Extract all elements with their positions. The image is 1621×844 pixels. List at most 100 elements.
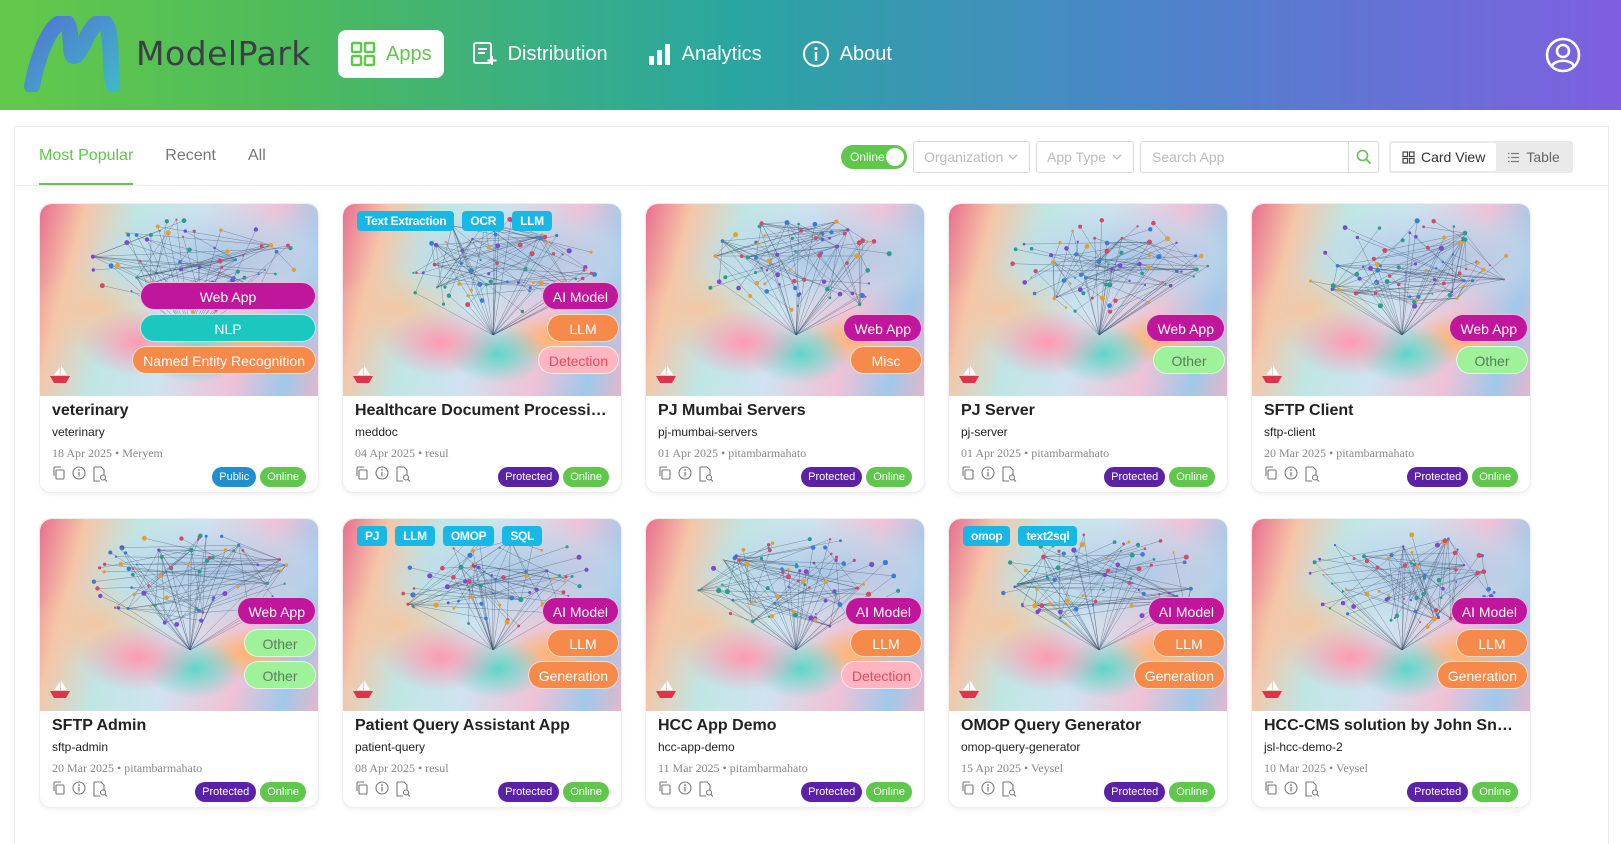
category-pill[interactable]: Detection (537, 346, 619, 374)
top-tag[interactable]: omop (963, 526, 1011, 546)
app-title[interactable]: PJ Mumbai Servers (658, 402, 916, 420)
document-search-icon[interactable] (92, 781, 108, 797)
card-view-button[interactable]: Card View (1391, 143, 1497, 171)
category-pill[interactable]: Generation (1436, 661, 1528, 689)
category-pill[interactable]: AI Model (844, 597, 922, 625)
category-pill[interactable]: NLP (140, 314, 316, 342)
category-pill[interactable]: LLM (850, 629, 922, 657)
category-pill[interactable]: Misc (850, 346, 922, 374)
category-pill[interactable]: Other (1456, 346, 1528, 374)
top-tag[interactable]: OMOP (442, 526, 495, 546)
category-pill[interactable]: AI Model (1147, 597, 1225, 625)
category-pill[interactable]: Generation (527, 661, 619, 689)
copy-icon[interactable] (52, 781, 66, 797)
copy-icon[interactable] (1264, 466, 1278, 482)
top-tag[interactable]: Text Extraction (357, 211, 455, 231)
document-search-icon[interactable] (698, 466, 714, 482)
category-pill[interactable]: Generation (1133, 661, 1225, 689)
online-toggle[interactable]: Online (841, 145, 907, 169)
top-tag[interactable]: LLM (512, 211, 552, 231)
copy-icon[interactable] (1264, 781, 1278, 797)
info-icon[interactable] (1284, 781, 1298, 797)
app-title[interactable]: OMOP Query Generator (961, 717, 1219, 735)
document-search-icon[interactable] (92, 466, 108, 482)
top-tag[interactable]: SQL (502, 526, 543, 546)
nav-apps[interactable]: Apps (338, 30, 444, 78)
category-pill[interactable]: LLM (1456, 629, 1528, 657)
search-button[interactable] (1348, 141, 1379, 173)
app-title[interactable]: HCC App Demo (658, 717, 916, 735)
app-card[interactable]: omop text2sql AI Model LLM Generation OMOP Qu… (948, 518, 1228, 808)
category-pill[interactable]: Other (1153, 346, 1225, 374)
category-pill[interactable]: AI Model (541, 282, 619, 310)
category-pill[interactable]: Web App (843, 314, 922, 342)
info-icon[interactable] (981, 466, 995, 482)
top-tag[interactable]: OCR (462, 211, 505, 231)
tab-most-popular[interactable]: Most Popular (39, 127, 134, 185)
search-input[interactable] (1140, 141, 1348, 173)
category-pill[interactable]: LLM (547, 314, 619, 342)
document-search-icon[interactable] (1304, 466, 1320, 482)
category-pill[interactable]: Web App (140, 282, 316, 310)
app-type-select[interactable]: App Type (1036, 141, 1134, 173)
tab-all[interactable]: All (248, 127, 266, 185)
app-title[interactable]: SFTP Client (1264, 402, 1522, 420)
app-card[interactable]: Web App Other SFTP Client sftp-client 20 Mar… (1251, 203, 1531, 493)
app-card[interactable]: Text Extraction OCR LLM AI Model LLM Detectio… (342, 203, 622, 493)
table-view-button[interactable]: Table (1496, 143, 1570, 171)
modelpark-logo-icon[interactable] (24, 16, 120, 92)
category-pill[interactable]: AI Model (541, 597, 619, 625)
app-card[interactable]: Web App Other PJ Server pj-server 01 Apr 202… (948, 203, 1228, 493)
category-pill[interactable]: LLM (547, 629, 619, 657)
info-icon[interactable] (678, 781, 692, 797)
top-tag[interactable]: LLM (395, 526, 435, 546)
info-icon[interactable] (375, 466, 389, 482)
category-pill[interactable]: Web App (1146, 314, 1225, 342)
document-search-icon[interactable] (1001, 781, 1017, 797)
category-pill[interactable]: Web App (1449, 314, 1528, 342)
category-pill[interactable]: LLM (1153, 629, 1225, 657)
top-tag[interactable]: PJ (357, 526, 388, 546)
app-card[interactable]: AI Model LLM Generation HCC-CMS solution by… (1251, 518, 1531, 808)
user-account-icon[interactable] (1545, 37, 1581, 73)
info-icon[interactable] (981, 781, 995, 797)
document-search-icon[interactable] (395, 781, 411, 797)
app-card[interactable]: AI Model LLM Detection HCC App Demo hcc-app-… (645, 518, 925, 808)
category-pill[interactable]: Detection (840, 661, 922, 689)
app-card[interactable]: Web App Other Other SFTP Admin sftp-admin 20 … (39, 518, 319, 808)
copy-icon[interactable] (52, 466, 66, 482)
copy-icon[interactable] (355, 781, 369, 797)
copy-icon[interactable] (658, 781, 672, 797)
copy-icon[interactable] (961, 781, 975, 797)
info-icon[interactable] (72, 781, 86, 797)
app-title[interactable]: SFTP Admin (52, 717, 310, 735)
nav-about[interactable]: About (790, 30, 904, 78)
info-icon[interactable] (1284, 466, 1298, 482)
info-icon[interactable] (678, 466, 692, 482)
document-search-icon[interactable] (698, 781, 714, 797)
top-tag[interactable]: text2sql (1018, 526, 1078, 546)
copy-icon[interactable] (658, 466, 672, 482)
document-search-icon[interactable] (1304, 781, 1320, 797)
app-title[interactable]: Patient Query Assistant App (355, 717, 613, 735)
app-card[interactable]: PJ LLM OMOP SQL AI Model LLM Generation Patient… (342, 518, 622, 808)
document-search-icon[interactable] (395, 466, 411, 482)
app-title[interactable]: Healthcare Document Processing & Data Ex… (355, 402, 613, 420)
category-pill[interactable]: Web App (237, 597, 316, 625)
category-pill[interactable]: Other (244, 629, 316, 657)
info-icon[interactable] (72, 466, 86, 482)
app-card[interactable]: Web App NLP Named Entity Recognition veteri… (39, 203, 319, 493)
tab-recent[interactable]: Recent (165, 127, 216, 185)
document-search-icon[interactable] (1001, 466, 1017, 482)
app-title[interactable]: HCC-CMS solution by John Snow Labs (1264, 717, 1522, 735)
organization-select[interactable]: Organization (913, 141, 1030, 173)
nav-analytics[interactable]: Analytics (636, 30, 774, 78)
category-pill[interactable]: Named Entity Recognition (132, 346, 316, 374)
category-pill[interactable]: Other (244, 661, 316, 689)
info-icon[interactable] (375, 781, 389, 797)
nav-distribution[interactable]: Distribution (460, 30, 620, 78)
category-pill[interactable]: AI Model (1450, 597, 1528, 625)
copy-icon[interactable] (355, 466, 369, 482)
app-title[interactable]: veterinary (52, 402, 310, 420)
copy-icon[interactable] (961, 466, 975, 482)
